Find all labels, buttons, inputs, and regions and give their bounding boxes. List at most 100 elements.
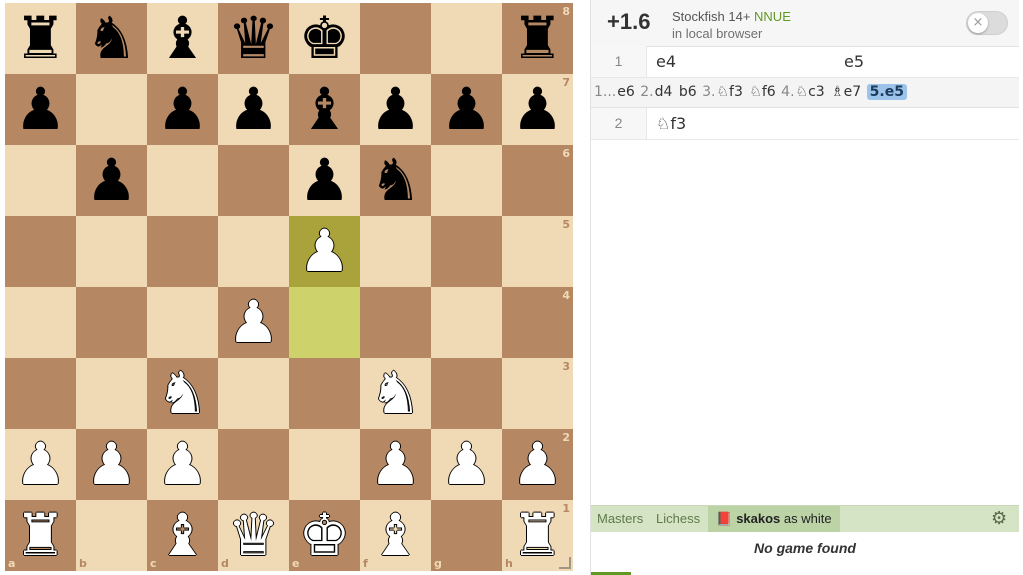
square-d3[interactable] [218,358,289,429]
gear-icon[interactable]: ⚙ [991,506,1007,532]
square-g7[interactable]: ♟ [431,74,502,145]
square-e8[interactable]: ♚ [289,3,360,74]
black-bishop[interactable]: ♝ [147,3,218,74]
white-pawn[interactable]: ♟ [5,429,76,500]
black-knight[interactable]: ♞ [360,145,431,216]
square-e3[interactable] [289,358,360,429]
black-pawn[interactable]: ♟ [289,145,360,216]
engine-toggle[interactable]: × [966,11,1008,35]
square-a2[interactable]: ♟ [5,429,76,500]
square-h6[interactable]: 6 [502,145,573,216]
white-bishop[interactable]: ♝ [360,500,431,571]
square-f4[interactable] [360,287,431,358]
square-a3[interactable] [5,358,76,429]
tab-player[interactable]: 📕 skakos as white [708,506,840,532]
square-b2[interactable]: ♟ [76,429,147,500]
square-f8[interactable] [360,3,431,74]
square-d2[interactable] [218,429,289,500]
tab-lichess[interactable]: Lichess [656,506,700,532]
square-b4[interactable] [76,287,147,358]
square-h4[interactable]: 4 [502,287,573,358]
black-queen[interactable]: ♛ [218,3,289,74]
white-pawn[interactable]: ♟ [360,429,431,500]
white-rook[interactable]: ♜ [5,500,76,571]
move-black[interactable]: e5 [844,46,864,77]
square-d8[interactable]: ♛ [218,3,289,74]
variation-move[interactable]: d4 [654,84,674,100]
white-pawn[interactable]: ♟ [76,429,147,500]
square-g1[interactable]: g [431,500,502,571]
square-d4[interactable]: ♟ [218,287,289,358]
black-pawn[interactable]: ♟ [218,74,289,145]
square-b5[interactable] [76,216,147,287]
square-c8[interactable]: ♝ [147,3,218,74]
variation-move[interactable]: ♘c3 [795,84,826,100]
square-c4[interactable] [147,287,218,358]
black-pawn[interactable]: ♟ [76,145,147,216]
white-pawn[interactable]: ♟ [218,287,289,358]
chess-board[interactable]: ♜ ♞ ♝ ♛ ♚ ♜ 8 ♟ ♟ ♟ ♝ ♟ ♟ ♟ 7 ♟ ♟ ♞ 6 ♟ 5 ♟ 4 ♞ ♞ 3 ♟ ♟ ♟ ♟ ♟ ♟ 2 ♜ a b ♝ c ♛ d… [5,3,573,571]
square-e6[interactable]: ♟ [289,145,360,216]
square-f6[interactable]: ♞ [360,145,431,216]
square-a7[interactable]: ♟ [5,74,76,145]
square-b6[interactable]: ♟ [76,145,147,216]
black-pawn[interactable]: ♟ [147,74,218,145]
square-b3[interactable] [76,358,147,429]
current-move[interactable]: 5.e5 [866,84,907,100]
square-h7[interactable]: ♟ 7 [502,74,573,145]
square-g8[interactable] [431,3,502,74]
square-f5[interactable] [360,216,431,287]
square-e1[interactable]: ♚ e [289,500,360,571]
square-d5[interactable] [218,216,289,287]
square-a8[interactable]: ♜ [5,3,76,74]
square-g5[interactable] [431,216,502,287]
black-king[interactable]: ♚ [289,3,360,74]
square-h1[interactable]: ♜ 1 h [502,500,573,571]
square-g6[interactable] [431,145,502,216]
tab-masters[interactable]: Masters [597,506,643,532]
square-f7[interactable]: ♟ [360,74,431,145]
square-h8[interactable]: ♜ 8 [502,3,573,74]
square-c2[interactable]: ♟ [147,429,218,500]
black-pawn[interactable]: ♟ [5,74,76,145]
move-white[interactable]: ♘f3 [656,108,686,139]
square-c5[interactable] [147,216,218,287]
square-h2[interactable]: ♟ 2 [502,429,573,500]
square-d7[interactable]: ♟ [218,74,289,145]
square-a1[interactable]: ♜ a [5,500,76,571]
square-b8[interactable]: ♞ [76,3,147,74]
variation-move[interactable]: b6 [678,84,698,100]
square-b7[interactable] [76,74,147,145]
variation-move[interactable]: ♘f3 [715,84,743,100]
square-d6[interactable] [218,145,289,216]
square-e2[interactable] [289,429,360,500]
square-c6[interactable] [147,145,218,216]
square-h3[interactable]: 3 [502,358,573,429]
square-f1[interactable]: ♝ f [360,500,431,571]
black-rook[interactable]: ♜ [5,3,76,74]
white-knight[interactable]: ♞ [360,358,431,429]
square-e7[interactable]: ♝ [289,74,360,145]
white-knight[interactable]: ♞ [147,358,218,429]
black-pawn[interactable]: ♟ [360,74,431,145]
black-knight[interactable]: ♞ [76,3,147,74]
variation-move[interactable]: ♗e7 [830,84,862,100]
square-f2[interactable]: ♟ [360,429,431,500]
black-pawn[interactable]: ♟ [431,74,502,145]
square-b1[interactable]: b [76,500,147,571]
square-d1[interactable]: ♛ d [218,500,289,571]
variation-move[interactable]: e6 [616,84,636,100]
resize-handle[interactable] [559,557,571,569]
white-pawn[interactable]: ♟ [147,429,218,500]
square-a5[interactable] [5,216,76,287]
white-bishop[interactable]: ♝ [147,500,218,571]
square-g3[interactable] [431,358,502,429]
square-h5[interactable]: 5 [502,216,573,287]
move-white[interactable]: e4 [656,46,676,77]
square-c7[interactable]: ♟ [147,74,218,145]
square-g2[interactable]: ♟ [431,429,502,500]
square-c1[interactable]: ♝ c [147,500,218,571]
white-pawn[interactable]: ♟ [431,429,502,500]
variation-move[interactable]: ♘f6 [748,84,776,100]
square-c3[interactable]: ♞ [147,358,218,429]
